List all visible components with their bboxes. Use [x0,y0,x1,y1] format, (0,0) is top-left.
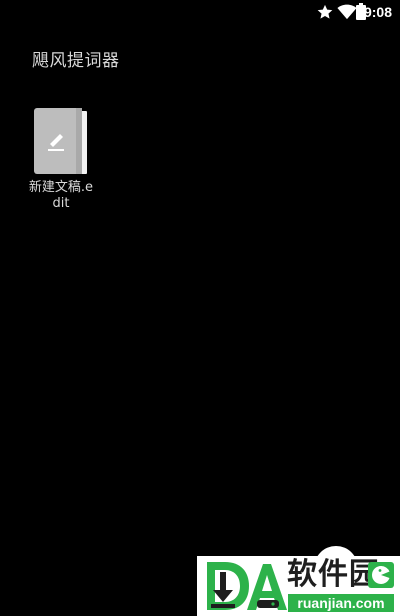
star-icon [317,4,333,19]
status-bar: 9:08 [0,0,400,24]
file-name: 新建文稿.edit [28,180,94,211]
watermark-title: 软件园 [287,557,380,592]
app-title: 飓风提词器 [32,51,120,71]
pacman-badge-icon [368,562,394,588]
clock: 9:08 [363,4,392,20]
document-edit-icon [34,108,87,174]
watermark-domain: ruanjian.com [288,594,394,612]
app-screen: 9:08 飓风提词器 新建文稿.edit 软件园 ruanjian.com [0,0,400,616]
wifi-icon [337,4,357,20]
watermark-logo: 软件园 ruanjian.com [197,546,400,616]
download-logo-icon [207,562,287,610]
